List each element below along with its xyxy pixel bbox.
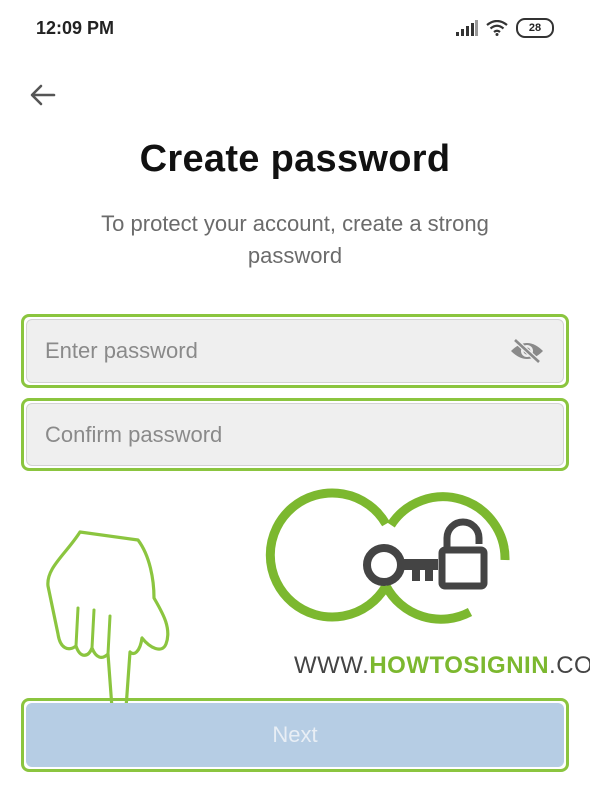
watermark-suffix: .COM [549,652,590,679]
next-button[interactable]: Next [26,703,564,767]
status-icons: 28 [456,18,554,38]
next-button-highlight: Next [21,698,569,772]
password-input[interactable] [27,320,563,382]
status-time: 12:09 PM [36,18,115,38]
status-bar: 12:09 PM 28 [0,0,590,56]
pointing-hand-icon [46,530,170,718]
watermark-prefix: WWW. [294,652,370,679]
signal-icon [456,20,478,36]
password-field [26,319,564,383]
page-subtitle: To protect your account, create a strong… [101,211,489,268]
confirm-field-highlight [21,398,569,471]
eye-off-icon[interactable] [509,337,545,365]
watermark-brand: HOWTOSIGNIN [369,652,550,679]
password-field-highlight [21,314,569,388]
confirm-password-input[interactable] [27,404,563,465]
watermark-text: WWW.HOWTOSIGNIN.COM [294,652,590,680]
battery-indicator: 28 [516,18,554,38]
confirm-password-field [26,403,564,466]
page-title: Create password [139,138,451,180]
wifi-icon [486,20,508,36]
back-arrow-icon[interactable] [28,80,58,110]
